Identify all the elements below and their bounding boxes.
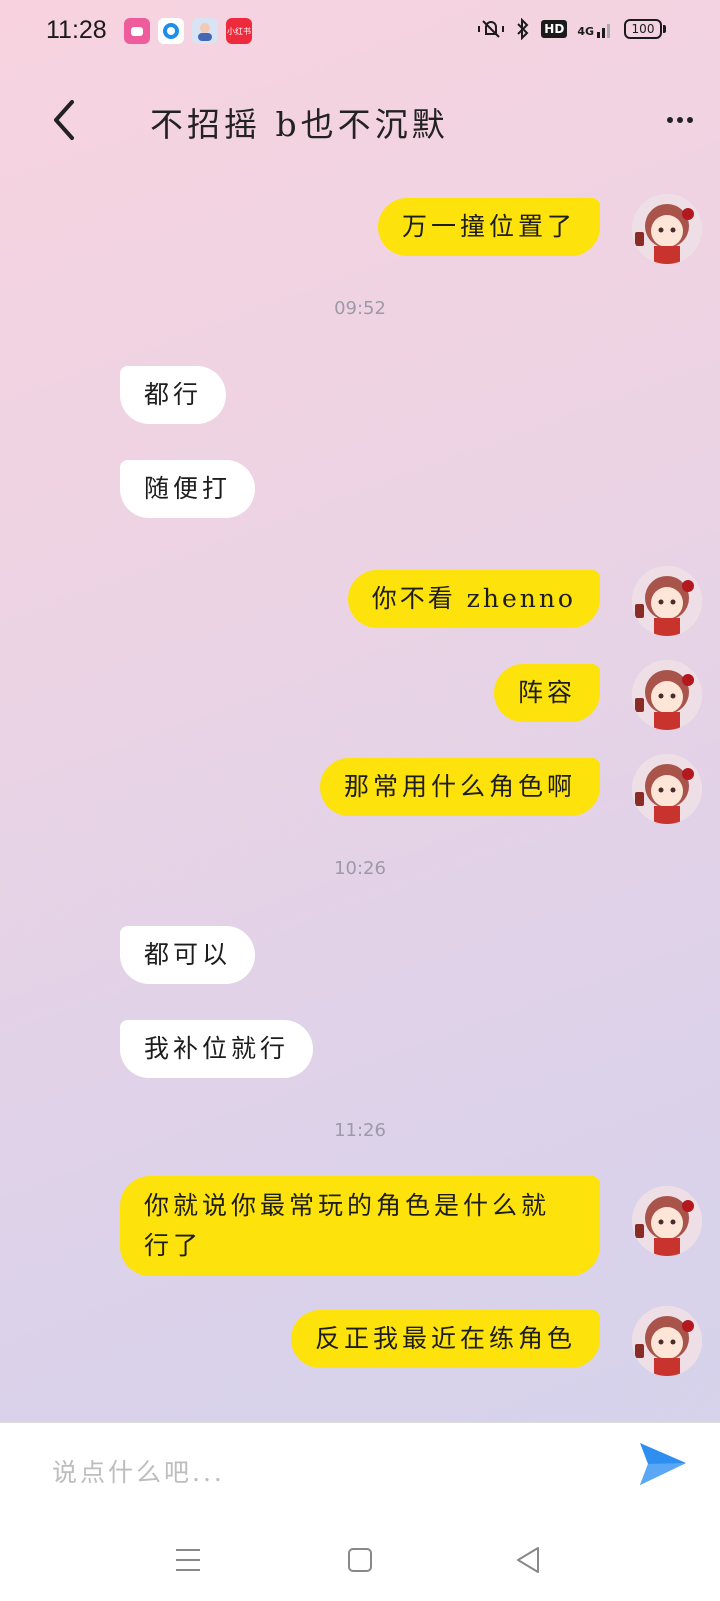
menu-icon — [176, 1549, 200, 1571]
message-list[interactable]: 万一撞位置了 09:52 都行 随便打 你不看 zhenno 阵容 那常用什么角… — [0, 0, 720, 1420]
my-avatar[interactable] — [632, 1186, 702, 1256]
avatar-icon — [632, 566, 702, 636]
avatar-icon — [632, 194, 702, 264]
other-message-bubble[interactable]: 我补位就行 — [120, 1020, 314, 1078]
my-avatar[interactable] — [632, 194, 702, 264]
my-message-bubble[interactable]: 万一撞位置了 — [377, 198, 600, 256]
message-timestamp: 11:26 — [334, 1120, 386, 1141]
system-nav-bar — [0, 1522, 720, 1600]
other-message-bubble[interactable]: 都行 — [120, 366, 227, 424]
back-triangle-icon — [517, 1547, 539, 1573]
my-avatar[interactable] — [632, 660, 702, 730]
my-avatar[interactable] — [632, 754, 702, 824]
message-timestamp: 09:52 — [334, 298, 386, 319]
my-avatar[interactable] — [632, 1306, 702, 1376]
home-square-icon — [348, 1548, 372, 1572]
avatar-icon — [632, 1186, 702, 1256]
avatar-icon — [632, 1306, 702, 1376]
avatar-icon — [632, 660, 702, 730]
my-message-bubble[interactable]: 反正我最近在练角色 — [290, 1310, 600, 1368]
recent-apps-button[interactable] — [168, 1540, 208, 1580]
send-button[interactable] — [636, 1437, 690, 1491]
my-message-bubble[interactable]: 你不看 zhenno — [347, 570, 600, 628]
system-back-button[interactable] — [508, 1540, 548, 1580]
my-message-bubble[interactable]: 阵容 — [493, 664, 600, 722]
avatar-icon — [632, 754, 702, 824]
other-message-bubble[interactable]: 随便打 — [120, 460, 256, 518]
other-message-bubble[interactable]: 都可以 — [120, 926, 256, 984]
send-arrow-icon — [640, 1443, 686, 1485]
message-timestamp: 10:26 — [334, 858, 386, 879]
home-button[interactable] — [340, 1540, 380, 1580]
my-avatar[interactable] — [632, 566, 702, 636]
message-input[interactable] — [50, 1443, 594, 1501]
my-message-bubble[interactable]: 那常用什么角色啊 — [319, 758, 600, 816]
my-message-bubble[interactable]: 你就说你最常玩的角色是什么就行了 — [120, 1176, 600, 1276]
